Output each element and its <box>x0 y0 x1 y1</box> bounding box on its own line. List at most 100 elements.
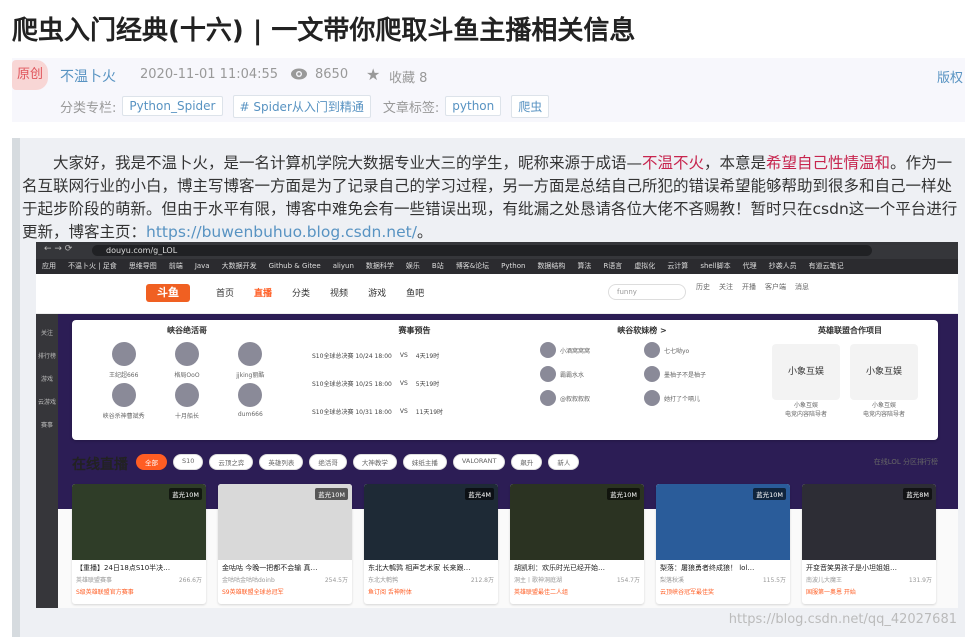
stream-meta: 金咕咕金咕咕doinb 254.5万 <box>218 573 352 586</box>
avatar <box>111 342 136 366</box>
filter-chip: 云顶之弈 <box>209 454 254 470</box>
owner-name: 金咕咕金咕咕doinb <box>222 577 275 584</box>
filter-chip: 全部 <box>136 454 167 470</box>
col-partner: 英雄联盟合作项目 小象互娱 小象互娱 电竞内容陪导者 小象互娱 小象互娱 电竞内… <box>762 320 938 440</box>
match-time: 11天19时 <box>415 409 444 416</box>
match-row: S10全球总决赛 10/24 18:00 VS 4天19时 <box>312 340 517 368</box>
streamer-item: 王纪超666 <box>92 342 155 379</box>
right-links: 在线LOL 分区排行榜 <box>873 458 938 466</box>
girl-item: @叙叙叙叙 <box>540 390 640 406</box>
streamer-name: 峡谷杀神曹斌秀 <box>102 413 145 420</box>
douyu-screenshot: ← → ⟳ douyu.com/g_LOL 应用 不温卜火 | 足食 思维导图 前端 J… <box>36 242 958 608</box>
viewer-count: 254.5万 <box>324 577 348 584</box>
partner-logo: 小象互娱 <box>850 344 918 400</box>
watermark: https://blog.csdn.net/qq_42027681 <box>728 612 957 627</box>
views-icon <box>291 68 307 80</box>
douyu-sidebar: 关注 排行榜 游戏 云游戏 赛事 <box>36 314 58 608</box>
streamer-item: 格局OoO <box>155 342 218 379</box>
streamer-item: jjking丽酷 <box>219 342 282 379</box>
intro-text: 。 <box>416 223 433 241</box>
girl-name: @叙叙叙叙 <box>560 395 591 403</box>
owner-name: 梨落秋溪 <box>660 577 685 584</box>
match-name: S10全球总决赛 10/31 18:00 <box>312 409 392 416</box>
bookmark-item: 抄袭人员 <box>768 262 797 270</box>
bookmarks-bar: 应用 不温卜火 | 足食 思维导图 前端 Java 大数据开发 Github & Gitee… <box>36 259 958 274</box>
views-count: 8650 <box>315 67 349 82</box>
vs-text: VS <box>399 352 408 359</box>
article-tag[interactable]: python <box>445 96 502 116</box>
bookmark-item: R语言 <box>603 262 623 270</box>
douyu-nav: 首页 直播 分类 视频 游戏 鱼吧 <box>216 286 424 299</box>
stream-name: 梨落：屠狼勇者终成狼！ lol… <box>660 564 755 572</box>
side-item: 云游戏 <box>37 399 56 406</box>
live-title: 在线直播 <box>72 457 128 473</box>
side-item: 排行榜 <box>37 353 56 360</box>
match-row: S10全球总决赛 10/31 18:00 VS 11天19时 <box>312 396 517 424</box>
viewer-count: 266.6万 <box>178 577 202 584</box>
partner-item: 小象互娱 小象互娱 电竞内容陪导者 <box>850 344 918 418</box>
douyu-logo: 斗鱼 <box>146 284 190 302</box>
quality-badge: 蓝光10M <box>169 488 202 500</box>
publish-date: 2020-11-01 11:04:55 <box>140 67 279 82</box>
avatar <box>111 383 136 407</box>
avatar <box>644 366 660 382</box>
viewer-count: 131.9万 <box>908 577 932 584</box>
article-tag[interactable]: 爬虫 <box>511 94 550 118</box>
column-tag[interactable]: Python_Spider <box>122 96 223 116</box>
col-title: 英雄联盟合作项目 <box>818 326 882 335</box>
column-tag[interactable]: # Spider从入门到精通 <box>232 94 371 118</box>
bookmark-item: 不温卜火 | 足食 <box>68 262 117 270</box>
owner-name: 南波儿大魔王 <box>806 577 843 584</box>
girl-name: 霸霸水水 <box>560 371 585 379</box>
stream-tiles: 蓝光10M 【重播】24日18点S10半决… 英雄联盟赛事 266.6万 S级英雄联盟官… <box>72 484 936 604</box>
article-title: 爬虫入门经典(十六) | 一文带你爬取斗鱼主播相关信息 <box>12 16 636 46</box>
viewer-count: 115.5万 <box>762 577 786 584</box>
girl-name: 墨柚子不是柚子 <box>664 371 707 379</box>
side-item: 游戏 <box>40 376 53 383</box>
bookmark-item: aliyun <box>332 262 354 270</box>
filter-chip: 英雄列表 <box>259 454 304 470</box>
browser-toolbar: ← → ⟳ douyu.com/g_LOL <box>36 242 958 259</box>
streamer-name: jjking丽酷 <box>236 372 265 379</box>
homepage-link[interactable]: https://buwenbuhuo.blog.csdn.net/ <box>146 223 417 241</box>
tags-label: 文章标签: <box>382 100 440 116</box>
stream-thumbnail: 蓝光10M <box>72 484 206 560</box>
girl-item: 她打了个嗝儿 <box>644 390 744 406</box>
nav-item: 鱼吧 <box>406 289 425 299</box>
stream-thumbnail: 蓝光8M <box>802 484 936 560</box>
avatar <box>644 390 660 406</box>
stream-tag: 云顶峡谷冠军最佳奖 <box>660 589 715 596</box>
broadcast-icon: 开播 <box>742 283 756 291</box>
douyu-header: 斗鱼 首页 直播 分类 视频 游戏 鱼吧 funny 历史 关注 开播 客户端 … <box>36 274 958 314</box>
avatar <box>174 383 199 407</box>
star-icon[interactable]: ★ <box>366 65 380 84</box>
col-title: 峡谷软妹榜 > <box>617 326 667 335</box>
nav-item: 分类 <box>292 289 311 299</box>
stream-tag: 英雄联盟最佳二人组 <box>514 589 569 596</box>
copyright-link[interactable]: 版权 <box>937 67 963 86</box>
stream-name: 【重播】24日18点S10半决… <box>76 564 171 572</box>
avatar <box>174 342 199 366</box>
stream-name: 东北大鹌鹑 相声艺术家 长来跟… <box>368 564 471 572</box>
owner-name: 英雄联盟赛事 <box>76 577 113 584</box>
streamer-name: 格局OoO <box>174 372 200 379</box>
stream-meta: 洞主丨歌神洞庭湖 154.7万 <box>510 573 644 586</box>
avatar <box>540 390 556 406</box>
owner-name: 洞主丨歌神洞庭湖 <box>514 577 563 584</box>
stream-meta: 英雄联盟赛事 266.6万 <box>72 573 206 586</box>
stream-meta: 东北大鹌鹑 212.8万 <box>364 573 498 586</box>
quality-badge: 蓝光10M <box>315 488 348 500</box>
quality-badge: 蓝光4M <box>465 488 494 500</box>
nav-item: 首页 <box>216 289 235 299</box>
streamer-item: dum666 <box>219 383 282 420</box>
stream-meta: 梨落秋溪 115.5万 <box>656 573 790 586</box>
message-icon: 消息 <box>795 283 809 291</box>
intro-text: 大家好，我是不温卜火，是一名计算机学院大数据专业大三的学生，昵称来源于成语— <box>53 154 643 172</box>
favorites-count[interactable]: 收藏 8 <box>389 67 427 86</box>
filter-chip: 绝活哥 <box>309 454 347 470</box>
douyu-search: funny <box>608 284 686 300</box>
match-time: 5天19时 <box>415 381 440 388</box>
col-title: 赛事预告 <box>398 326 431 335</box>
author-link[interactable]: 不温卜火 <box>60 66 116 86</box>
vs-text: VS <box>399 380 408 387</box>
